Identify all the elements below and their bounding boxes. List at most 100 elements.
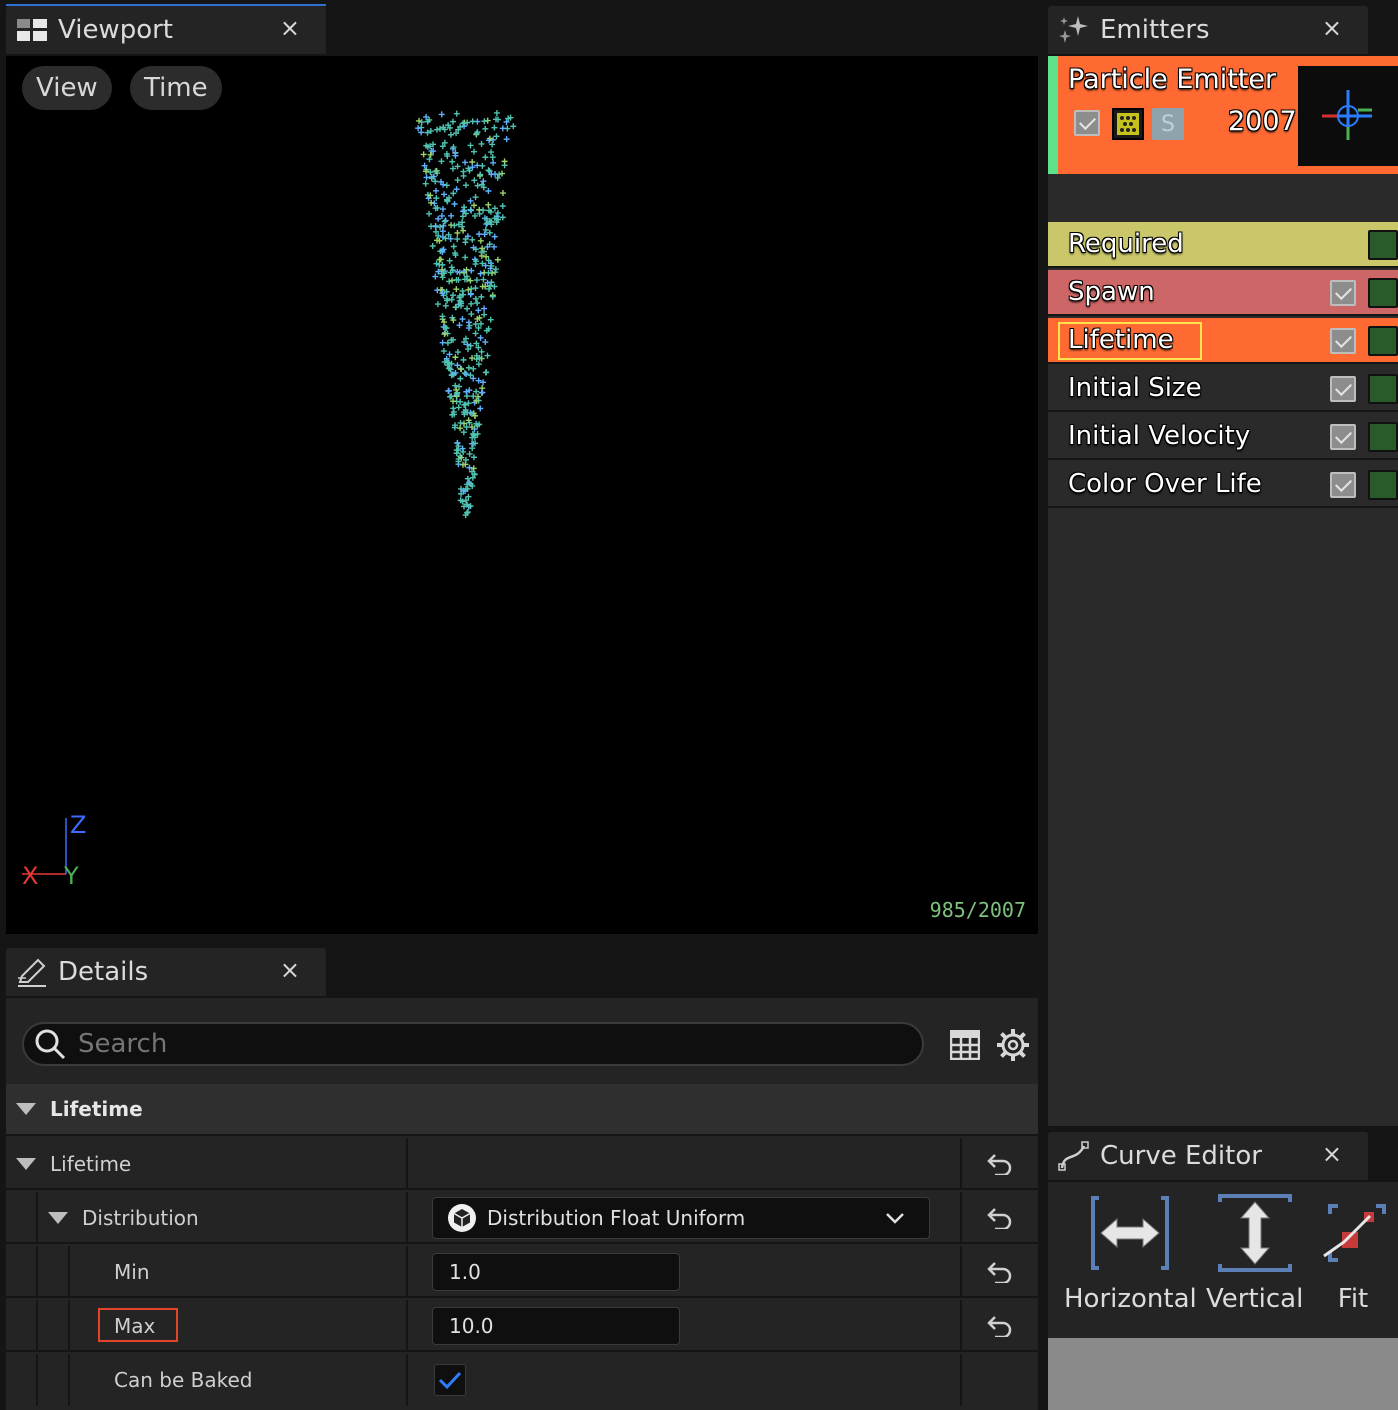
curve-graph-icon[interactable] (1368, 374, 1398, 404)
property-label: Can be Baked (114, 1368, 253, 1392)
property-matrix-icon[interactable] (949, 1029, 981, 1064)
curve-graph-icon[interactable] (1368, 230, 1398, 260)
max-highlight-box (98, 1308, 178, 1342)
fit-horizontal-button[interactable]: Horizontal (1064, 1194, 1197, 1314)
particle-sprite (480, 276, 487, 283)
reset-to-default-icon[interactable] (960, 1138, 1038, 1190)
expand-arrow-icon[interactable] (48, 1212, 68, 1224)
particle-sprite (491, 233, 498, 240)
module-enabled-checkbox[interactable] (1330, 280, 1356, 306)
property-row-distribution: Distribution Distribution Float Uniform (6, 1192, 1038, 1244)
fit-button[interactable]: Fit (1314, 1194, 1392, 1314)
particle-sprite (469, 445, 476, 452)
tab-viewport[interactable]: Viewport × (6, 6, 326, 54)
particle-sprite (470, 454, 477, 461)
property-row-lifetime: Lifetime (6, 1138, 1038, 1190)
module-spawn[interactable]: Spawn (1048, 270, 1398, 316)
reset-to-default-icon[interactable] (960, 1300, 1038, 1352)
search-input[interactable] (78, 1029, 858, 1059)
module-initial-velocity[interactable]: Initial Velocity (1048, 414, 1398, 460)
particle-sprite (458, 366, 465, 373)
reset-to-default-icon[interactable] (960, 1192, 1038, 1244)
particle-sprite (418, 129, 425, 136)
particle-sprite (493, 109, 500, 116)
particle-sprite (491, 205, 498, 212)
particle-sprite (457, 425, 464, 432)
particle-sprite (483, 369, 490, 376)
particle-sprite (434, 301, 441, 308)
curve-editor-close-icon[interactable]: × (1322, 1140, 1342, 1168)
particle-sprite (432, 187, 439, 194)
particle-sprite (448, 264, 455, 271)
particle-sprite (423, 174, 430, 181)
particle-sprite (468, 207, 475, 214)
emitter-solo-button[interactable]: S (1152, 108, 1184, 140)
particle-sprite (450, 118, 457, 125)
curve-editor-tab-title: Curve Editor (1100, 1141, 1262, 1171)
particle-sprite (445, 388, 452, 395)
particle-sprite (454, 349, 461, 356)
module-enabled-checkbox[interactable] (1330, 328, 1356, 354)
time-menu-button[interactable]: Time (130, 66, 222, 110)
emitter-render-mode-icon[interactable] (1112, 108, 1144, 140)
property-name-cell: Min (6, 1246, 404, 1298)
particle-sprite (455, 404, 462, 411)
property-value-cell (406, 1138, 960, 1190)
tab-details[interactable]: Details × (6, 948, 326, 996)
viewport-canvas[interactable]: View Time Z X Y 985/2007 (6, 56, 1038, 934)
module-color-over-life[interactable]: Color Over Life (1048, 462, 1398, 508)
distribution-type-dropdown[interactable]: Distribution Float Uniform (432, 1197, 930, 1239)
view-menu-button[interactable]: View (22, 66, 112, 110)
settings-gear-icon[interactable] (996, 1028, 1030, 1066)
details-search[interactable] (22, 1022, 924, 1066)
particle-sprite (489, 141, 496, 148)
particle-sprite (439, 206, 446, 213)
can-be-baked-checkbox[interactable] (434, 1364, 466, 1396)
fit-vertical-icon (1216, 1194, 1294, 1276)
particle-sprite (467, 277, 474, 284)
max-value-input[interactable] (432, 1307, 680, 1345)
details-tab-title: Details (58, 957, 149, 987)
particle-sprite (451, 200, 458, 207)
module-enabled-checkbox[interactable] (1330, 376, 1356, 402)
particle-sprite (499, 170, 506, 177)
particle-sprite (422, 180, 429, 187)
property-value-cell (406, 1246, 960, 1298)
module-initial-size[interactable]: Initial Size (1048, 366, 1398, 412)
tab-curve-editor[interactable]: Curve Editor × (1048, 1132, 1368, 1180)
property-value-cell (406, 1300, 960, 1352)
module-enabled-checkbox[interactable] (1330, 472, 1356, 498)
module-lifetime[interactable]: Lifetime (1048, 318, 1398, 364)
viewport-close-icon[interactable]: × (280, 14, 300, 42)
emitter-enabled-checkbox[interactable] (1074, 110, 1100, 136)
curve-graph-icon[interactable] (1368, 470, 1398, 500)
fit-vertical-button[interactable]: Vertical (1206, 1194, 1303, 1314)
module-enabled-checkbox[interactable] (1330, 424, 1356, 450)
particle-sprite (435, 215, 442, 222)
property-name-cell: Max (6, 1300, 404, 1352)
particle-sprite (477, 405, 484, 412)
particle-sprite (465, 364, 472, 371)
curve-graph-icon[interactable] (1368, 422, 1398, 452)
module-label: Initial Velocity (1068, 421, 1251, 451)
curve-graph-area[interactable] (1048, 1338, 1398, 1410)
particle-sprite (460, 448, 467, 455)
particle-sprite (447, 393, 454, 400)
tab-emitters[interactable]: Emitters × (1048, 6, 1368, 54)
curve-graph-icon[interactable] (1368, 278, 1398, 308)
expand-arrow-icon[interactable] (16, 1158, 36, 1170)
particle-sprite (477, 237, 484, 244)
details-close-icon[interactable]: × (280, 956, 300, 984)
emitters-close-icon[interactable]: × (1322, 14, 1342, 42)
particle-emitter-card[interactable]: Particle Emitter S 2007 (1048, 56, 1398, 174)
category-header-lifetime[interactable]: Lifetime (6, 1084, 1038, 1136)
reset-to-default-icon[interactable] (960, 1246, 1038, 1298)
particle-sprite (463, 371, 470, 378)
module-required[interactable]: Required (1048, 222, 1398, 268)
particle-sprite (486, 229, 493, 236)
particle-sprite (450, 243, 457, 250)
min-value-input[interactable] (432, 1253, 680, 1291)
property-label: Distribution (82, 1206, 199, 1230)
curve-graph-icon[interactable] (1368, 326, 1398, 356)
particle-sprite (453, 110, 460, 117)
